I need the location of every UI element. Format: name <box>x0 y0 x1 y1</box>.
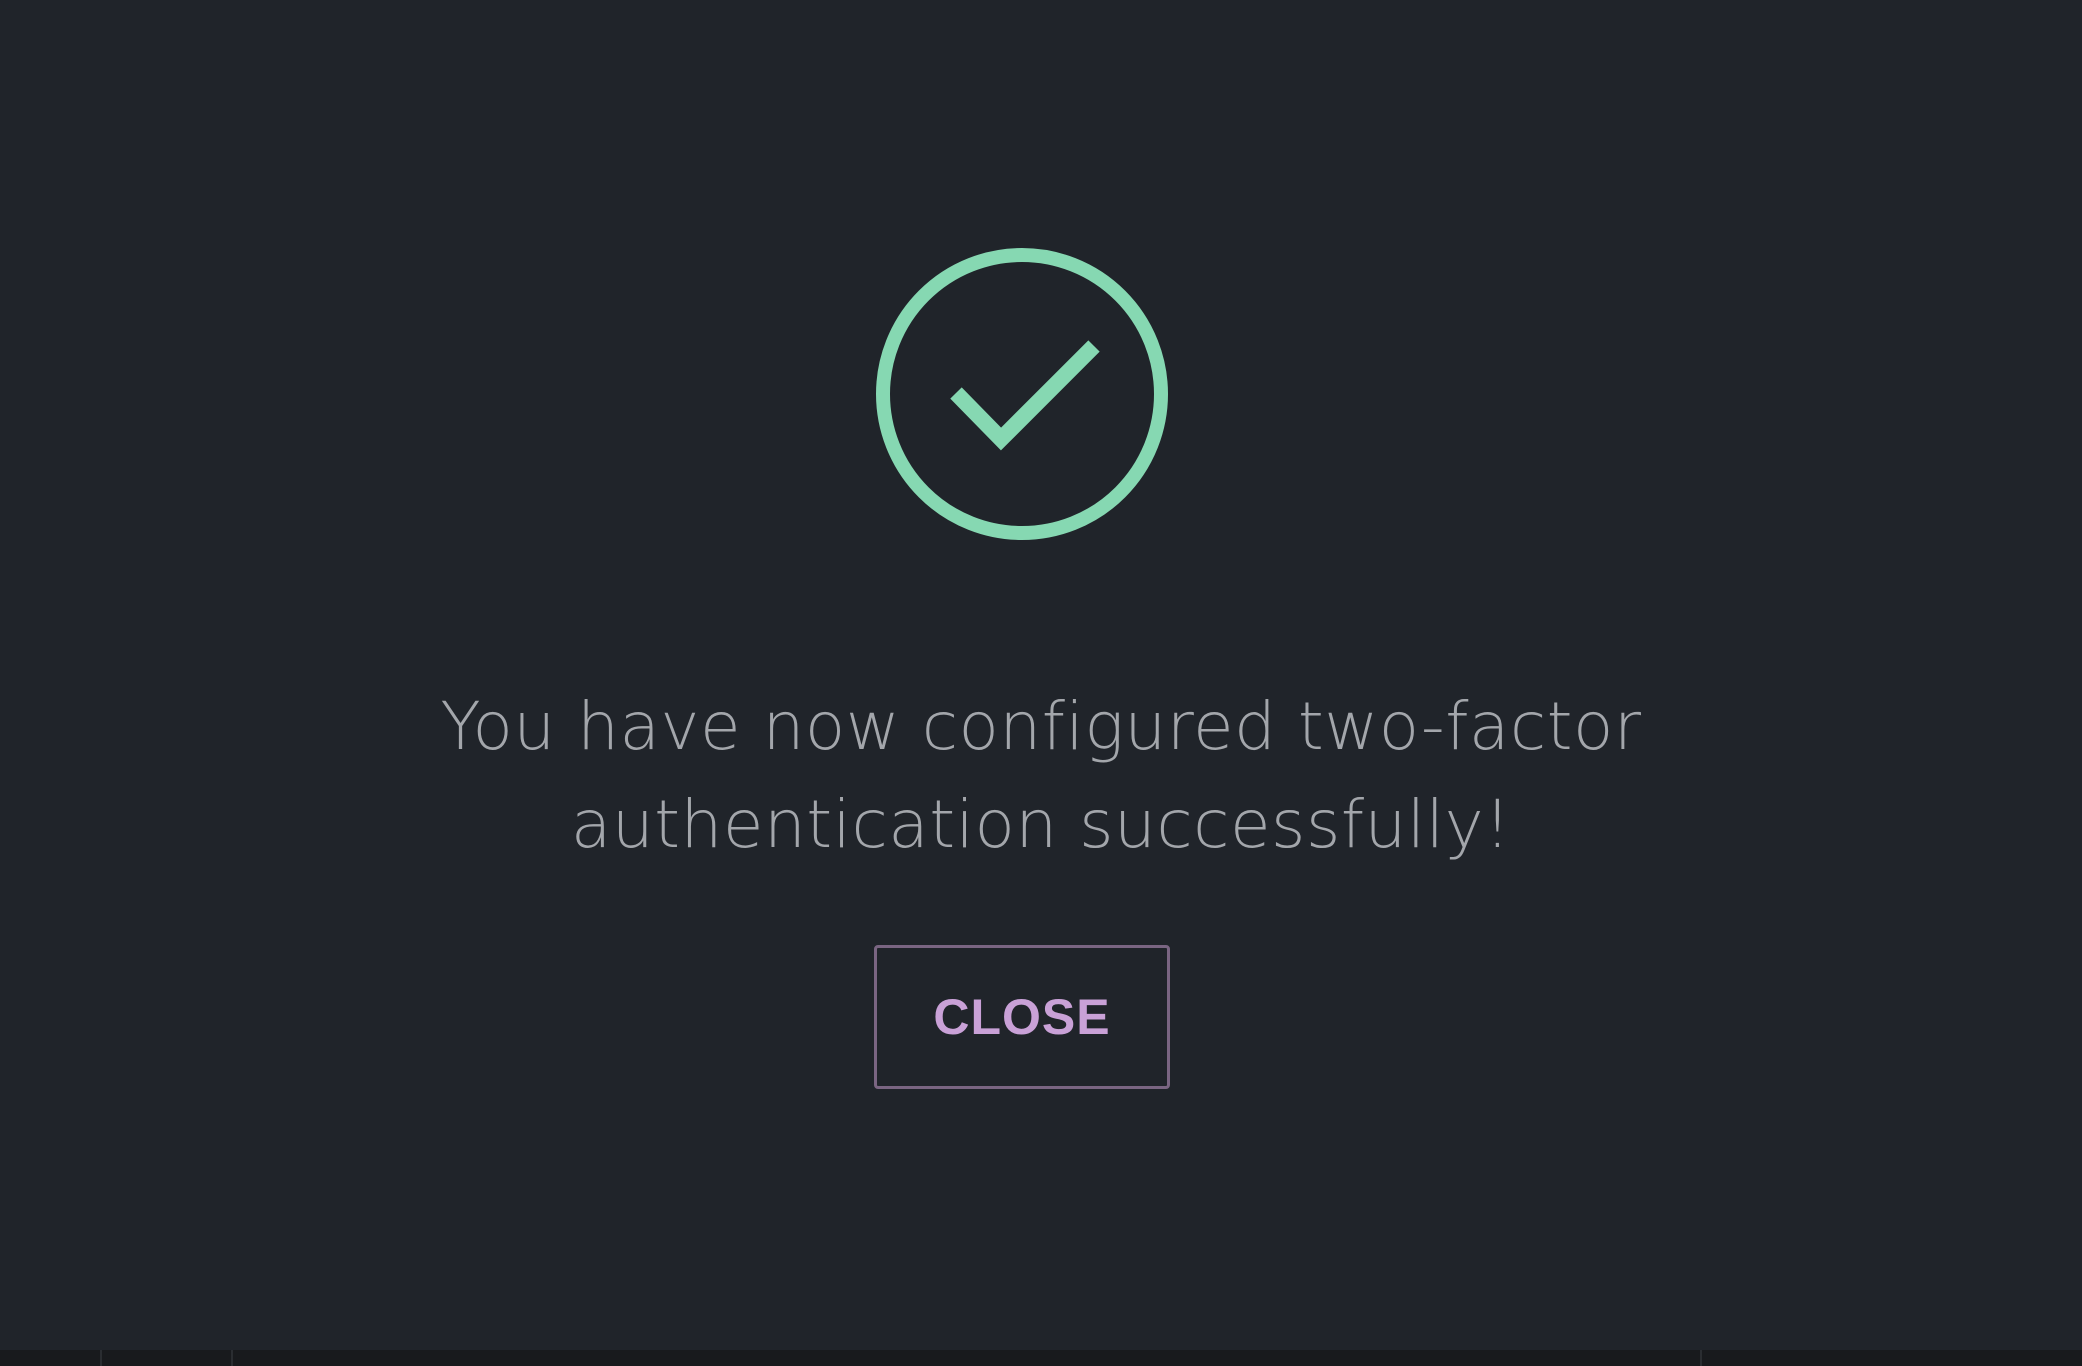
bottom-edge-strip <box>0 1350 2082 1366</box>
check-circle-icon <box>876 248 1168 540</box>
success-dialog: You have now configured two-factor authe… <box>0 0 2082 1350</box>
bottom-strip-divider <box>231 1350 233 1366</box>
bottom-strip-divider <box>1700 1350 1702 1366</box>
close-button[interactable]: CLOSE <box>874 945 1170 1089</box>
success-message: You have now configured two-factor authe… <box>440 688 1642 863</box>
bottom-strip-divider <box>100 1350 102 1366</box>
